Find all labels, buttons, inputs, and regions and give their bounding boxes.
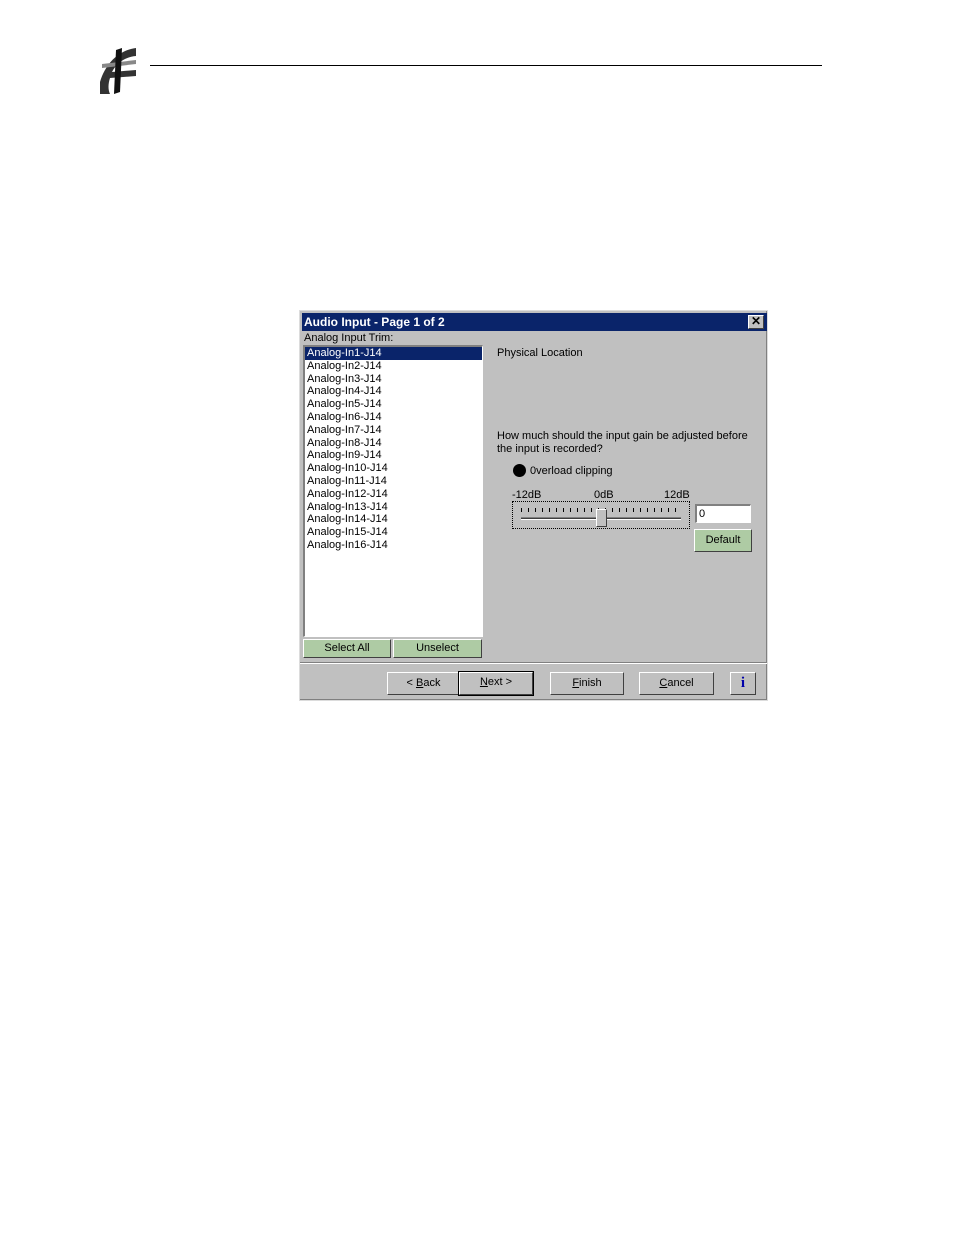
slider-min-label: -12dB xyxy=(512,489,542,501)
close-button[interactable]: ✕ xyxy=(748,315,764,329)
dialog-titlebar: Audio Input - Page 1 of 2 ✕ xyxy=(302,313,767,331)
dialog-title: Audio Input - Page 1 of 2 xyxy=(304,315,445,329)
list-item[interactable]: Analog-In3-J14 xyxy=(305,373,482,386)
gain-value-input[interactable] xyxy=(695,504,751,523)
physical-location-label: Physical Location xyxy=(497,347,583,359)
analog-input-trim-label: Analog Input Trim: xyxy=(304,332,394,344)
next-button[interactable]: Next > xyxy=(458,671,534,696)
slider-mid-label: 0dB xyxy=(594,489,614,501)
cancel-label: ancel xyxy=(667,677,694,689)
unselect-button[interactable]: Unselect xyxy=(393,639,482,658)
audio-input-dialog: Audio Input - Page 1 of 2 ✕ Analog Input… xyxy=(299,310,768,701)
list-item[interactable]: Analog-In10-J14 xyxy=(305,462,482,475)
list-item[interactable]: Analog-In11-J14 xyxy=(305,475,482,488)
info-button[interactable]: i xyxy=(730,672,756,695)
gain-question-text: How much should the input gain be adjust… xyxy=(497,430,748,455)
back-arrow: < xyxy=(406,677,416,689)
back-button[interactable]: < Back xyxy=(387,672,460,695)
next-label: ext > xyxy=(487,676,513,688)
list-item[interactable]: Analog-In14-J14 xyxy=(305,513,482,526)
manual-page: Audio Input - Page 1 of 2 ✕ Analog Input… xyxy=(0,0,954,1235)
finish-label: inish xyxy=(579,677,602,689)
list-item[interactable]: Analog-In1-J14 xyxy=(305,347,482,360)
default-button[interactable]: Default xyxy=(694,529,752,552)
slider-max-label: 12dB xyxy=(664,489,690,501)
overload-indicator-icon xyxy=(513,464,526,477)
back-label: ack xyxy=(423,677,441,689)
list-item[interactable]: Analog-In15-J14 xyxy=(305,526,482,539)
list-item[interactable]: Analog-In13-J14 xyxy=(305,501,482,514)
select-all-button[interactable]: Select All xyxy=(303,639,391,658)
list-item[interactable]: Analog-In6-J14 xyxy=(305,411,482,424)
list-item[interactable]: Analog-In8-J14 xyxy=(305,437,482,450)
list-item[interactable]: Analog-In16-J14 xyxy=(305,539,482,552)
info-icon: i xyxy=(740,675,746,691)
cancel-button[interactable]: Cancel xyxy=(639,672,714,695)
list-item[interactable]: Analog-In9-J14 xyxy=(305,449,482,462)
footer-separator xyxy=(300,662,767,664)
next-accel: N xyxy=(479,676,488,688)
finish-button[interactable]: Finish xyxy=(550,672,624,695)
close-icon: ✕ xyxy=(750,314,762,328)
slider-thumb[interactable] xyxy=(595,509,607,527)
analog-input-listbox[interactable]: Analog-In1-J14 Analog-In2-J14 Analog-In3-J… xyxy=(303,345,483,637)
list-item[interactable]: Analog-In7-J14 xyxy=(305,424,482,437)
header-rule xyxy=(150,65,822,66)
company-logo-icon xyxy=(96,42,138,94)
gain-slider[interactable] xyxy=(512,501,690,529)
list-item[interactable]: Analog-In4-J14 xyxy=(305,385,482,398)
overload-clipping-label: 0verload clipping xyxy=(530,465,613,477)
list-item[interactable]: Analog-In12-J14 xyxy=(305,488,482,501)
list-item[interactable]: Analog-In5-J14 xyxy=(305,398,482,411)
list-item[interactable]: Analog-In2-J14 xyxy=(305,360,482,373)
